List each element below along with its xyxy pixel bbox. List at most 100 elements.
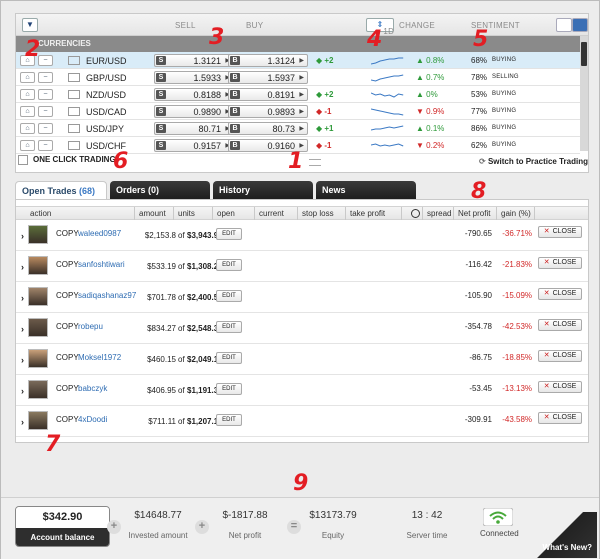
switch-practice-link[interactable]: ⟳ Switch to Practice Trading [479, 157, 588, 166]
col-stop-loss: stop loss [302, 209, 334, 218]
sentiment-pct: 68% [471, 56, 488, 65]
sentiment-pct: 78% [471, 73, 488, 82]
close-button[interactable]: ✕ CLOSE [538, 350, 582, 362]
scrollbar-thumb[interactable] [581, 42, 587, 66]
close-button[interactable]: ✕ CLOSE [538, 288, 582, 300]
chart-icon[interactable]: ~ [38, 89, 53, 100]
buy-button[interactable]: B 80.73 ▶ [228, 122, 308, 135]
tab-open-trades[interactable]: Open Trades (68) [15, 181, 107, 199]
sentiment-label: SELLING [492, 74, 519, 80]
currency-row[interactable]: ⌂~ USD/CAD S 0.9890 ▶B 0.9893 ▶ ◆ -1 ▼ 0.9% 77% BU… [16, 103, 580, 120]
chart-icon[interactable]: ~ [38, 140, 53, 151]
tab-orders[interactable]: Orders (0) [110, 181, 210, 199]
chart-icon[interactable]: ~ [38, 106, 53, 117]
chart-icon[interactable]: ~ [38, 123, 53, 134]
spread-change: ◆ +1 [316, 124, 334, 133]
edit-button[interactable]: EDIT [216, 259, 242, 271]
sell-button[interactable]: S1.3121▶ [154, 54, 234, 67]
invested-value: $14648.77 [134, 510, 182, 521]
one-click-trading-toggle[interactable]: ONE CLICK TRADING [18, 155, 116, 165]
trader-link[interactable]: sanfoshtiwari [78, 260, 125, 269]
gain-value: -18.85% [502, 353, 532, 362]
whats-new-button[interactable]: What's New? [531, 512, 597, 558]
close-button[interactable]: ✕ CLOSE [538, 319, 582, 331]
close-button[interactable]: ✕ CLOSE [538, 381, 582, 393]
currency-row[interactable]: ⌂~ NZD/USD S 0.8188 ▶B 0.8191 ▶ ◆ +2 ▲ 0% 53% BUYI… [16, 86, 580, 103]
edit-button[interactable]: EDIT [216, 352, 242, 364]
currency-row[interactable]: ⌂~EUR/USDS1.3121▶B1.3124▶◆ +2▲ 0.8%68%BU… [16, 52, 580, 69]
alert-icon[interactable]: ⌂ [20, 72, 35, 83]
net-profit-value: -309.91 [464, 415, 492, 424]
tab-history[interactable]: History [213, 181, 313, 199]
buy-button[interactable]: B 0.8191 ▶ [228, 88, 308, 101]
table-row[interactable]: › COPY sadiqashanaz97 $701.78 of $2,400.5 EDIT… [16, 282, 588, 313]
pair-name: GBP/USD [86, 73, 127, 83]
table-row[interactable]: › COPY waleed0987 $2,153.8 of $3,943.9 EDIT -79… [16, 220, 588, 251]
units-value: $2,400.5 [187, 293, 219, 302]
buy-button[interactable]: B 1.3124 ▶ [228, 54, 308, 67]
change-value: 0.9% [426, 107, 445, 116]
table-row[interactable]: › COPY babczyk $406.95 of $1,191.3 EDIT -53.45 -… [16, 375, 588, 406]
sell-button[interactable]: S1.5933▶ [154, 71, 234, 84]
list-view-icon[interactable] [556, 18, 572, 32]
trader-link[interactable]: waleed0987 [78, 229, 121, 238]
grid-view-icon[interactable] [572, 18, 588, 32]
change-cell: ▼ 0.9% [416, 107, 444, 116]
expand-chevron-icon[interactable]: › [21, 386, 24, 396]
flag-icon [68, 56, 80, 65]
alert-icon[interactable]: ⌂ [20, 89, 35, 100]
table-row[interactable]: › COPY 4xDoodi $711.11 of $1,207.1 EDIT -309.91… [16, 406, 588, 437]
trader-link[interactable]: sadiqashanaz97 [78, 291, 136, 300]
spread-change: ◆ -1 [316, 107, 332, 116]
spread-change: ◆ -1 [316, 141, 332, 150]
app-window: ▼ SELL BUY ⇕ 1D CHANGE SENTIMENT CURRENC… [0, 0, 600, 559]
table-row[interactable]: › COPY Moksel1972 $460.15 of $2,049.1 EDIT -86.… [16, 344, 588, 375]
col-action: action [30, 209, 52, 218]
edit-button[interactable]: EDIT [216, 414, 242, 426]
expand-chevron-icon[interactable]: › [21, 324, 24, 334]
chart-icon[interactable]: ~ [38, 72, 53, 83]
time-value: 13 : 42 [411, 510, 443, 521]
close-button[interactable]: ✕ CLOSE [538, 412, 582, 424]
alert-icon[interactable]: ⌂ [20, 140, 35, 151]
tab-news[interactable]: News [316, 181, 416, 199]
trader-link[interactable]: robepu [78, 322, 103, 331]
sell-button[interactable]: S80.71▶ [154, 122, 234, 135]
expand-chevron-icon[interactable]: › [21, 417, 24, 427]
trader-link[interactable]: babczyk [78, 384, 107, 393]
expand-chevron-icon[interactable]: › [21, 355, 24, 365]
invested-amount: $14648.77 Invested amount [123, 510, 193, 540]
expand-chevron-icon[interactable]: › [21, 231, 24, 241]
close-button[interactable]: ✕ CLOSE [538, 226, 582, 238]
currency-row[interactable]: ⌂~ USD/JPY S 80.71 ▶B 80.73 ▶ ◆ +1 ▲ 0.1% 86% BUYI… [16, 120, 580, 137]
sell-button[interactable]: S0.9890▶ [154, 105, 234, 118]
arrow-right-icon: ▶ [299, 126, 304, 132]
buy-button[interactable]: B 0.9893 ▶ [228, 105, 308, 118]
trader-link[interactable]: 4xDoodi [78, 415, 107, 424]
table-row[interactable]: › COPY sanfoshtiwari $533.19 of $1,308.2 EDIT -… [16, 251, 588, 282]
edit-button[interactable]: EDIT [216, 321, 242, 333]
annotation-9: 9 [293, 471, 309, 496]
buy-button[interactable]: B 1.5937 ▶ [228, 71, 308, 84]
gain-value: -21.83% [502, 260, 532, 269]
rates-scrollbar[interactable] [580, 36, 588, 151]
alert-icon[interactable]: ⌂ [20, 123, 35, 134]
close-button[interactable]: ✕ CLOSE [538, 257, 582, 269]
edit-button[interactable]: EDIT [216, 228, 242, 240]
resize-grip-icon[interactable] [309, 159, 321, 166]
expand-chevron-icon[interactable]: › [21, 293, 24, 303]
equals-icon: = [287, 520, 301, 534]
edit-button[interactable]: EDIT [216, 383, 242, 395]
expand-chevron-icon[interactable]: › [21, 262, 24, 272]
sell-button[interactable]: S0.9157▶ [154, 139, 234, 152]
checkbox-icon[interactable] [18, 155, 28, 165]
trader-link[interactable]: Moksel1972 [78, 353, 121, 362]
alert-icon[interactable]: ⌂ [20, 106, 35, 117]
sell-button[interactable]: S0.8188▶ [154, 88, 234, 101]
table-row[interactable]: › COPY robepu $834.27 of $2,548.3 EDIT -354.78 -… [16, 313, 588, 344]
edit-button[interactable]: EDIT [216, 290, 242, 302]
currency-row[interactable]: ⌂~ GBP/USD S 1.5933 ▶B 1.5937 ▶ ▲ 0.7% 78% SELLIN… [16, 69, 580, 86]
filter-icon[interactable]: ▼ [22, 18, 38, 32]
buy-tag: B [230, 56, 240, 65]
annotation-8: 8 [471, 179, 487, 204]
